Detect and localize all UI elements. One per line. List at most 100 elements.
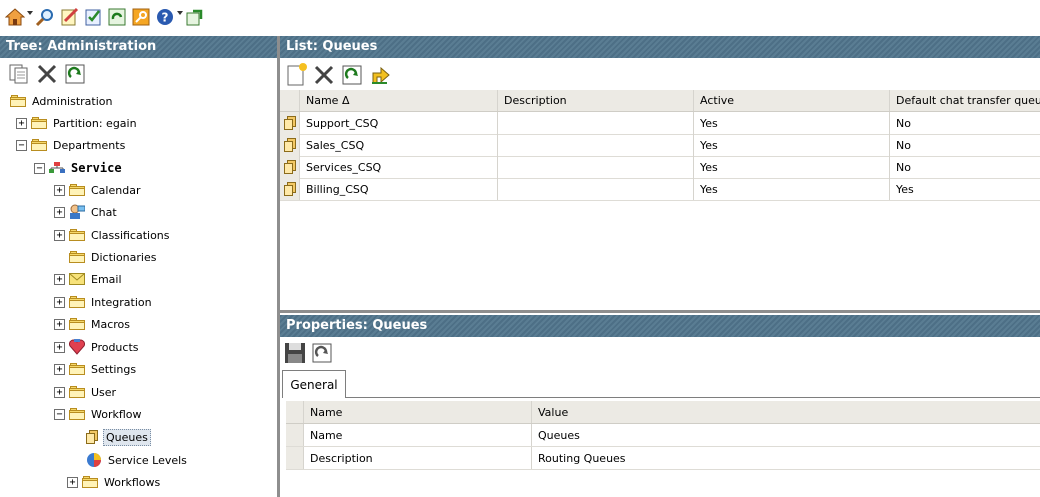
- property-value[interactable]: Queues: [532, 424, 1040, 446]
- expand-icon[interactable]: +: [54, 386, 65, 398]
- queue-icon: [283, 138, 296, 152]
- new-icon[interactable]: [285, 62, 309, 89]
- tree-item-queues[interactable]: Queues: [86, 427, 151, 447]
- expand-icon[interactable]: +: [54, 273, 65, 285]
- property-value[interactable]: Routing Queues: [532, 447, 1040, 469]
- row-header: [280, 112, 300, 134]
- tree-item-user[interactable]: + User: [54, 382, 116, 402]
- tree-item-service-levels[interactable]: Service Levels: [86, 450, 187, 470]
- delete-icon[interactable]: [313, 64, 335, 89]
- collapse-icon[interactable]: −: [34, 162, 45, 174]
- refresh-icon[interactable]: [341, 64, 363, 89]
- tree-item-service[interactable]: − Service: [34, 158, 122, 178]
- edit-icon[interactable]: [58, 6, 80, 28]
- help-dropdown-arrow[interactable]: [177, 11, 183, 15]
- cell-name: Sales_CSQ: [300, 134, 498, 156]
- property-row[interactable]: Name Queues: [286, 424, 1040, 447]
- tab-general-label: General: [290, 377, 338, 392]
- property-name: Description: [304, 447, 532, 469]
- tree-item-administration[interactable]: Administration: [10, 91, 113, 111]
- panel-splitter[interactable]: [280, 310, 1040, 313]
- tree-item-label: Workflow: [91, 407, 142, 421]
- properties-panel-title: Properties: Queues: [280, 315, 1040, 337]
- table-row[interactable]: Services_CSQ Yes No: [280, 156, 1040, 179]
- tree-item-partition[interactable]: + Partition: egain: [16, 113, 137, 133]
- collapse-icon[interactable]: −: [16, 139, 27, 151]
- delete-icon[interactable]: [36, 63, 58, 88]
- collapse-icon[interactable]: −: [54, 408, 65, 420]
- expand-icon[interactable]: +: [54, 318, 65, 330]
- key-icon[interactable]: [130, 6, 152, 28]
- refresh-icon[interactable]: [311, 342, 333, 367]
- refresh-icon[interactable]: [106, 6, 128, 28]
- folder-icon: [31, 117, 47, 129]
- tree-item-workflow[interactable]: − Workflow: [54, 404, 142, 424]
- tree-item-integration[interactable]: + Integration: [54, 292, 152, 312]
- row-header: [286, 447, 304, 469]
- cell-description: [498, 156, 694, 178]
- export-icon[interactable]: [369, 63, 391, 88]
- tree-item-label: Classifications: [91, 228, 170, 242]
- column-default-chat-transfer[interactable]: Default chat transfer queue: [890, 90, 1040, 111]
- cell-active: Yes: [694, 134, 890, 156]
- column-value[interactable]: Value: [532, 401, 1040, 423]
- tree-item-departments[interactable]: − Departments: [16, 135, 125, 155]
- tree-item-classifications[interactable]: + Classifications: [54, 225, 170, 245]
- expand-icon[interactable]: +: [54, 341, 65, 353]
- tab-general[interactable]: General: [282, 370, 346, 398]
- column-description[interactable]: Description: [498, 90, 694, 111]
- expand-icon[interactable]: +: [54, 184, 65, 196]
- column-active[interactable]: Active: [694, 90, 890, 111]
- row-header-corner: [280, 90, 300, 111]
- save-icon[interactable]: [284, 342, 306, 367]
- expand-icon[interactable]: +: [67, 476, 78, 488]
- expand-icon[interactable]: +: [54, 206, 65, 218]
- row-header: [280, 134, 300, 156]
- column-name[interactable]: Name Δ: [300, 90, 498, 111]
- tree-item-calendar[interactable]: + Calendar: [54, 180, 140, 200]
- property-row[interactable]: Description Routing Queues: [286, 447, 1040, 470]
- row-header: [286, 424, 304, 446]
- table-row[interactable]: Billing_CSQ Yes Yes: [280, 178, 1040, 201]
- search-icon[interactable]: [34, 6, 56, 28]
- cell-name: Services_CSQ: [300, 156, 498, 178]
- table-row[interactable]: Support_CSQ Yes No: [280, 112, 1040, 135]
- expand-icon[interactable]: +: [54, 296, 65, 308]
- tree-item-label: Email: [91, 272, 122, 286]
- tree-item-chat[interactable]: + Chat: [54, 202, 117, 222]
- home-icon[interactable]: [4, 6, 26, 28]
- tree-item-settings[interactable]: + Settings: [54, 359, 136, 379]
- table-row[interactable]: Sales_CSQ Yes No: [280, 134, 1040, 157]
- property-name: Name: [304, 424, 532, 446]
- column-name[interactable]: Name: [304, 401, 532, 423]
- tree-item-macros[interactable]: + Macros: [54, 314, 130, 334]
- home-dropdown-arrow[interactable]: [27, 11, 33, 15]
- row-header: [280, 156, 300, 178]
- tree-item-products[interactable]: + Products: [54, 337, 139, 357]
- sync-icon[interactable]: [184, 6, 206, 28]
- product-icon: [69, 339, 85, 355]
- help-icon[interactable]: ?: [154, 6, 176, 28]
- tree-item-label: Workflows: [104, 475, 161, 489]
- cell-default-chat: No: [896, 138, 911, 152]
- checklist-icon[interactable]: [82, 6, 104, 28]
- tree-item-workflows[interactable]: + Workflows: [67, 472, 160, 492]
- tree-item-label: Macros: [91, 317, 131, 331]
- expand-icon[interactable]: +: [16, 117, 27, 129]
- expand-icon[interactable]: +: [54, 229, 65, 241]
- tree-panel-title: Tree: Administration: [0, 36, 277, 58]
- tree-item-email[interactable]: + Email: [54, 269, 122, 289]
- tree-item-dictionaries[interactable]: Dictionaries: [69, 247, 156, 267]
- tree-item-label: Chat: [91, 205, 117, 219]
- tree-item-label: User: [91, 385, 117, 399]
- folder-icon: [69, 251, 85, 263]
- main-toolbar: ?: [0, 0, 1040, 36]
- copy-icon[interactable]: [8, 63, 30, 88]
- cell-active: Yes: [694, 178, 890, 200]
- properties-toolbar: [283, 340, 343, 368]
- tree-item-label: Dictionaries: [91, 250, 157, 264]
- cell-name: Billing_CSQ: [300, 178, 498, 200]
- expand-icon[interactable]: +: [54, 363, 65, 375]
- refresh-icon[interactable]: [64, 63, 86, 88]
- cell-default-chat: Yes: [896, 182, 914, 196]
